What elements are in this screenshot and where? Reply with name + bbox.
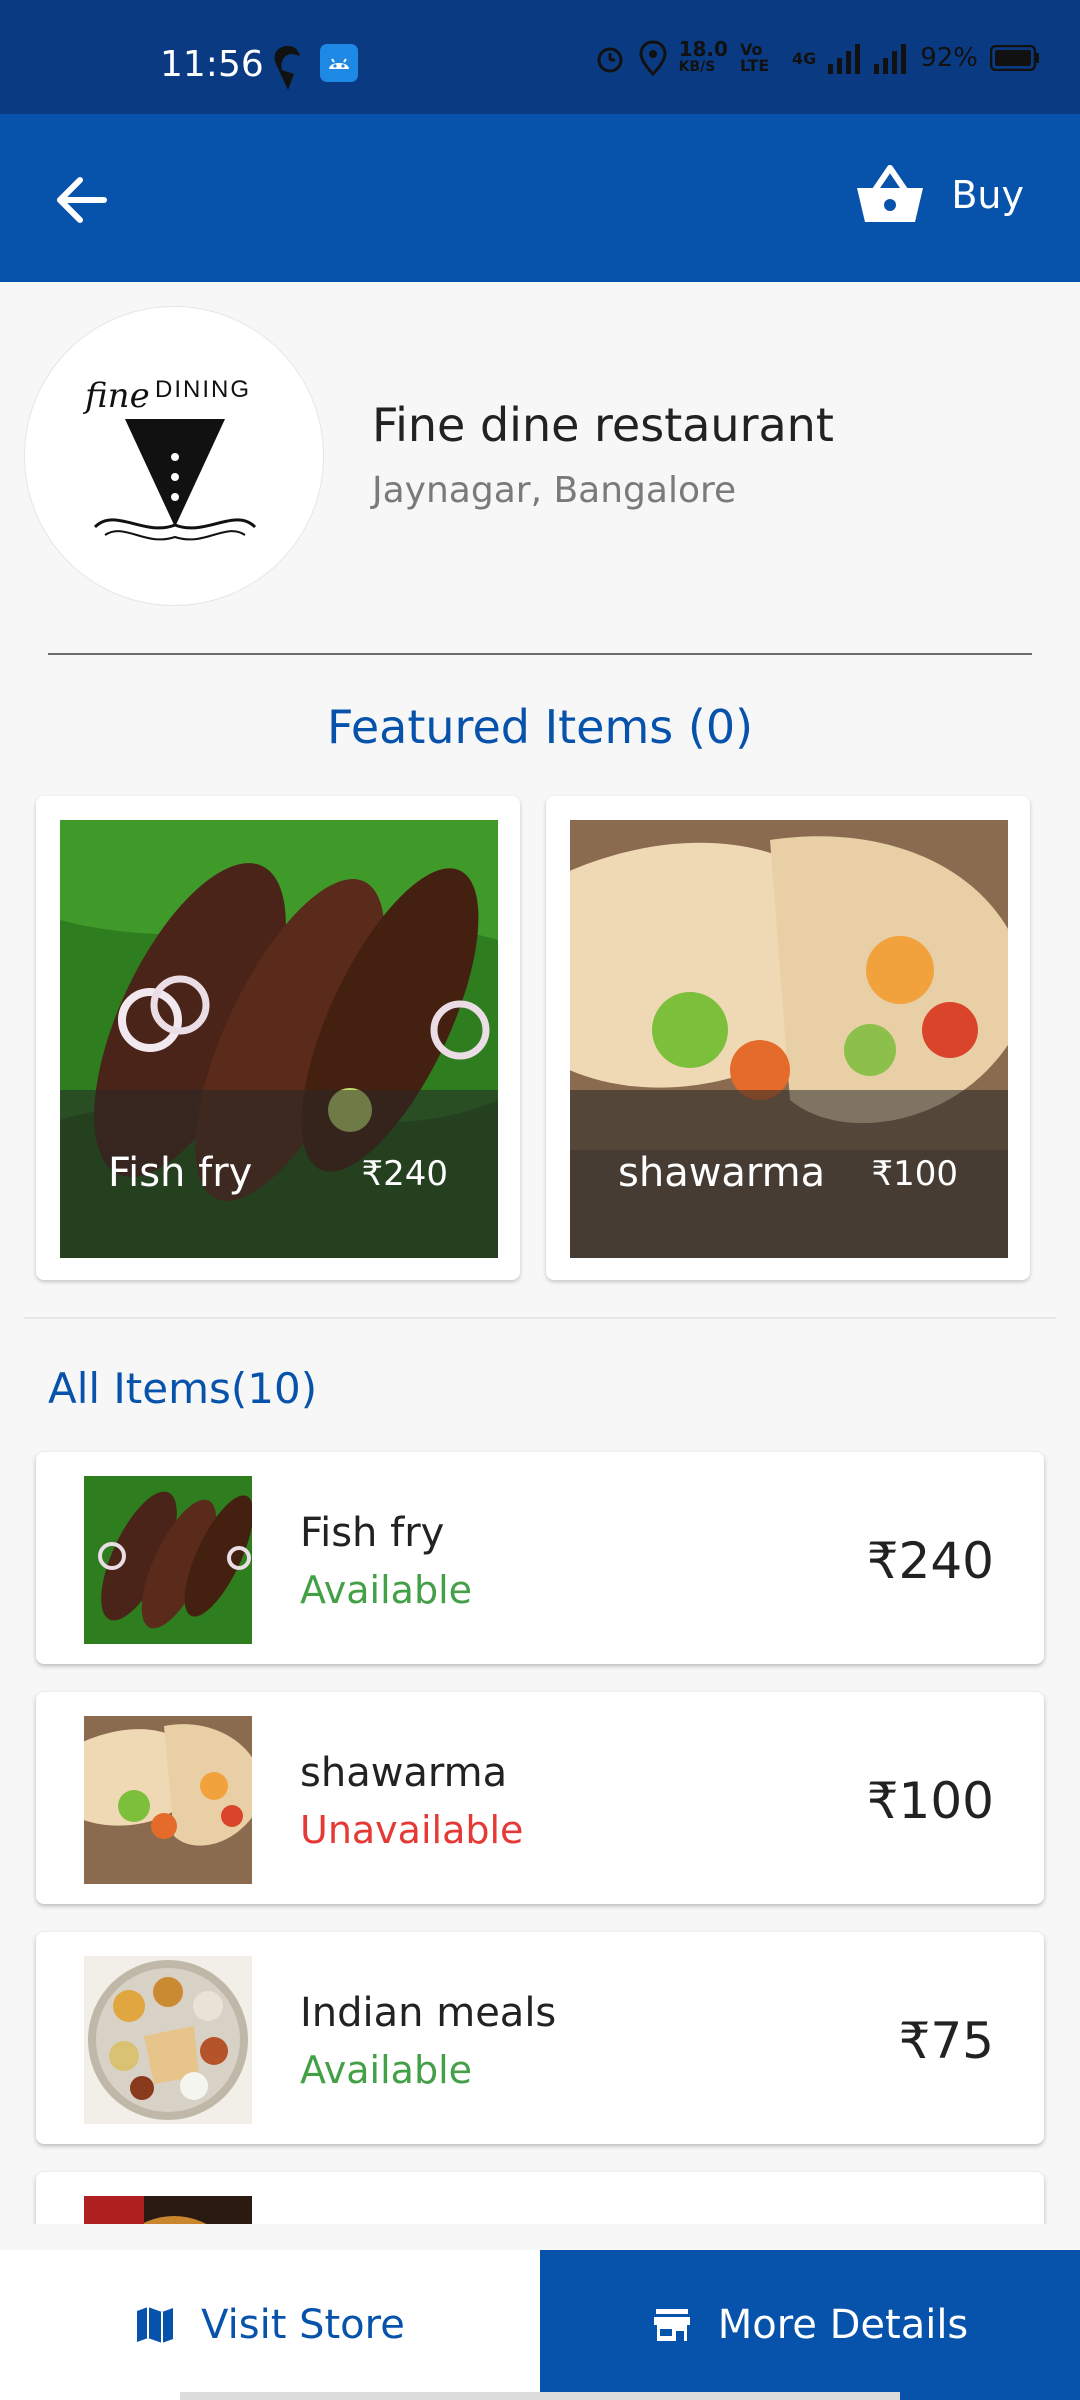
store-icon [653,2309,690,2341]
item-name: Fish fry [300,1510,445,1556]
logo-lettering-dining: DINING [155,376,251,403]
featured-item-name: Fish fry [108,1150,253,1196]
battery-percent: 92% [920,43,978,73]
logo-lettering: fine [82,376,150,416]
signal-icon-sim2 [874,44,907,74]
buy-button[interactable]: Buy [855,164,1024,226]
android-notification-icon [320,44,358,82]
battery-icon [990,45,1039,71]
all-items-title: All Items(10) [48,1364,318,1413]
network-speed: 18.0 KB/S [678,37,728,76]
network-speed-unit: KB/S [678,59,716,75]
map-icon [137,2307,174,2343]
back-arrow-icon[interactable] [52,170,112,230]
alarm-icon [597,47,623,73]
buy-label: Buy [951,173,1024,217]
more-details-label: More Details [717,2302,969,2348]
swiggy-notification-icon [274,46,300,90]
restaurant-logo: fine DINING [24,306,324,606]
featured-item-name: shawarma [618,1150,826,1196]
list-item[interactable]: shawarma Unavailable ₹100 [36,1692,1044,1904]
visit-store-label: Visit Store [201,2302,405,2348]
featured-item-price: ₹240 [361,1154,448,1194]
bottom-action-bar: Visit Store More Details [0,2250,1080,2400]
network-type: 4G [791,48,817,68]
status-system-icons: 18.0 KB/S Vo LTE 4G 92% [593,37,1040,76]
featured-item-card[interactable]: Fish fry ₹240 [36,796,520,1280]
item-status: Available [300,1568,473,1612]
signal-icon [828,44,861,74]
item-status: Unavailable [300,1808,524,1852]
item-thumbnail [84,1956,252,2124]
more-details-button[interactable]: More Details [540,2250,1080,2400]
item-name: shawarma [300,1750,508,1796]
restaurant-location: Jaynagar, Bangalore [372,470,737,511]
status-notification-icons [270,44,358,92]
featured-items-title: Featured Items (0) [326,700,754,754]
featured-item-image: Fish fry ₹240 [60,820,498,1258]
restaurant-name: Fine dine restaurant [372,398,834,452]
featured-item-price: ₹100 [871,1154,958,1194]
volte-badge: Vo LTE [739,40,770,75]
list-item[interactable]: Fish fry Available ₹240 [36,1452,1044,1664]
list-item[interactable]: Indian meals Available ₹75 [36,1932,1044,2144]
visit-store-button[interactable]: Visit Store [0,2250,540,2400]
list-item[interactable] [36,2172,1044,2224]
item-price: ₹100 [866,1772,994,1830]
main-content[interactable]: fine DINING Fine dine restaurant Jaynaga… [0,282,1080,2224]
navigation-handle[interactable] [180,2392,900,2400]
section-divider [24,1317,1056,1319]
header-divider [48,653,1032,655]
item-price: ₹240 [866,1532,994,1590]
item-thumbnail [84,1476,252,1644]
fine-dining-logo-graphic: fine DINING [82,376,257,541]
item-status: Available [300,2048,473,2092]
app-bar: Buy [0,114,1080,282]
network-speed-value: 18.0 [678,37,728,61]
featured-item-card[interactable]: shawarma ₹100 [546,796,1030,1280]
status-bar: 11:56 18.0 KB/S Vo LTE 4G 92% [0,0,1080,114]
location-icon [639,40,667,76]
shopping-basket-icon [857,165,924,222]
item-thumbnail [84,1716,252,1884]
status-time: 11:56 [160,44,264,85]
item-thumbnail [84,2196,252,2224]
featured-item-image: shawarma ₹100 [570,820,1008,1258]
item-price: ₹75 [898,2012,994,2070]
item-name: Indian meals [300,1990,557,2036]
